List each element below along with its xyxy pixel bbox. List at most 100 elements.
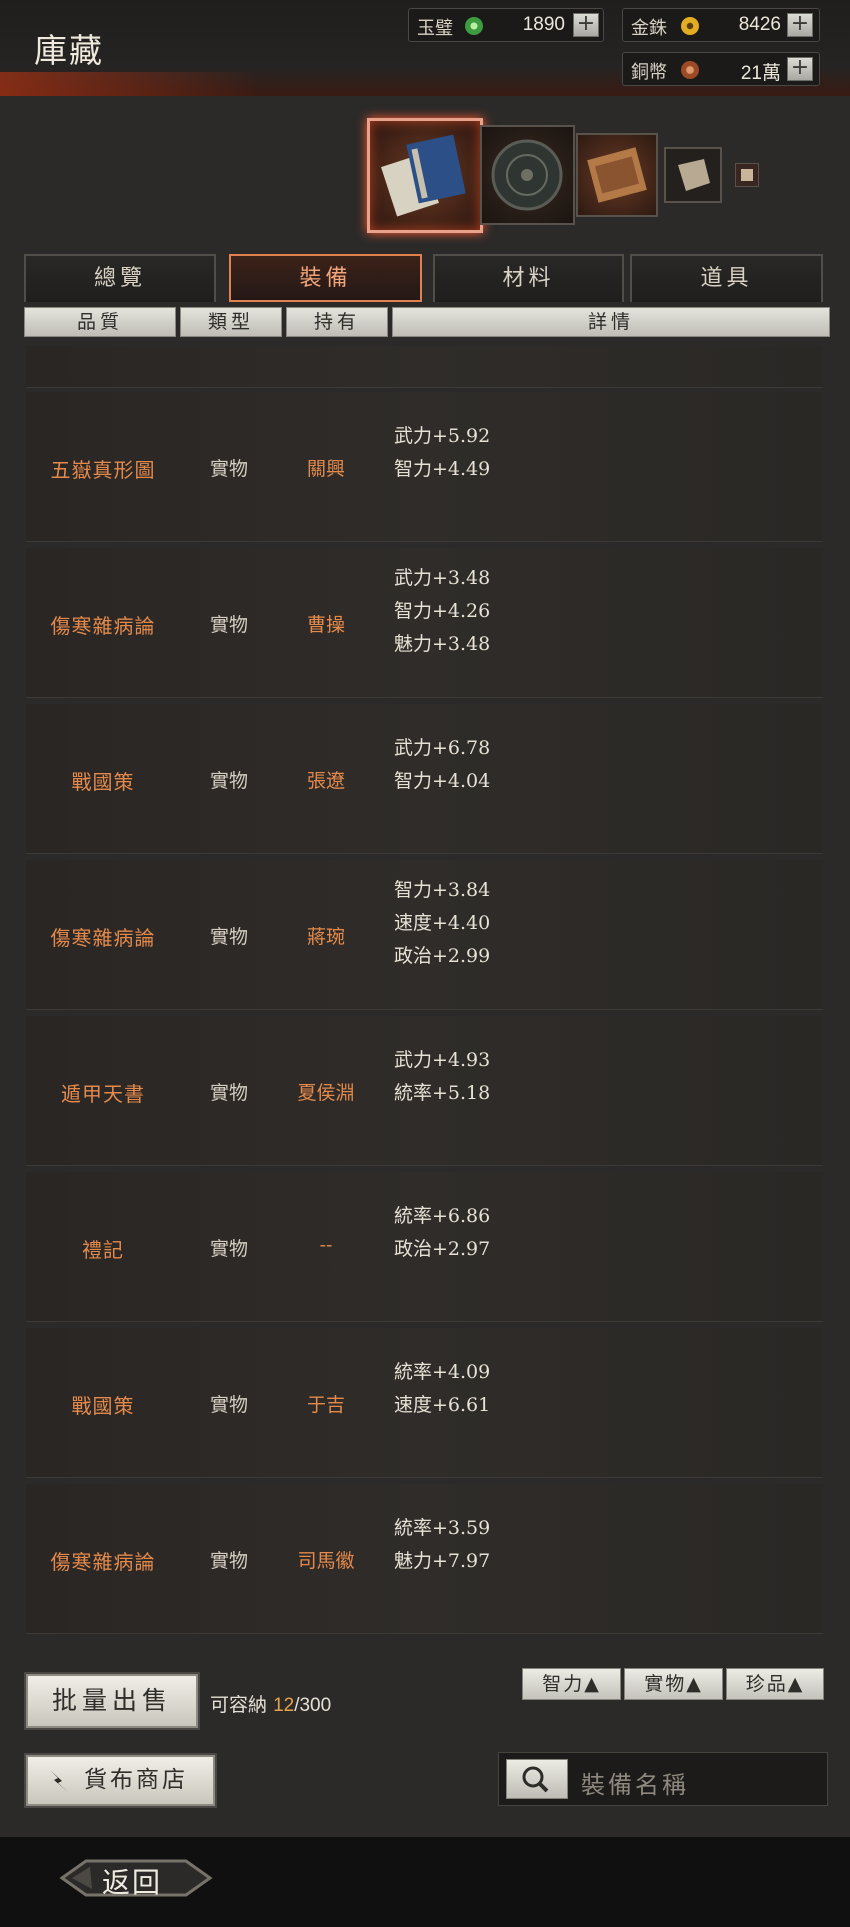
item-stat: 智力+4.49: [394, 458, 491, 480]
sort-rarity-button[interactable]: 珍品▲: [726, 1668, 824, 1700]
column-type-header[interactable]: 類型: [180, 307, 282, 337]
currency-gold: 金銖 8426 +: [622, 8, 820, 42]
tab-items[interactable]: 道具: [630, 254, 823, 302]
table-row[interactable]: 五嶽真形圖 實物 關興 武力+5.92 智力+4.49: [26, 392, 823, 542]
table-row[interactable]: 禮記 實物 -- 統率+6.86 政治+2.97: [26, 1172, 823, 1322]
lightning-icon: [50, 1770, 68, 1792]
bottom-bar: 返回: [0, 1837, 850, 1927]
sort-intelligence-button[interactable]: 智力▲: [522, 1668, 621, 1700]
item-details: 智力+3.84 速度+4.40 政治+2.99: [394, 874, 490, 973]
item-details: 統率+3.59 魅力+7.97: [394, 1512, 490, 1578]
currency-jade-label: 玉璧: [417, 18, 453, 39]
currency-copper-value: 21萬: [740, 63, 781, 84]
tab-materials[interactable]: 材料: [433, 254, 624, 302]
item-details: 武力+6.78 智力+4.04: [394, 732, 490, 798]
book-icon: [381, 134, 466, 217]
item-owner: 夏侯淵: [297, 1082, 355, 1104]
table-row[interactable]: 遁甲天書 實物 夏侯淵 武力+4.93 統率+5.18: [26, 1016, 823, 1166]
search-input[interactable]: 裝備名稱: [581, 1765, 689, 1800]
item-details: 武力+5.92 智力+4.49: [394, 420, 490, 486]
currency-gold-value: 8426: [738, 14, 781, 35]
item-type: 實物: [209, 926, 248, 948]
table-row[interactable]: 戰國策 實物 于吉 統率+4.09 速度+6.61: [26, 1328, 823, 1478]
item-type: 實物: [209, 1082, 248, 1104]
stone-tablet-icon: [678, 159, 710, 191]
currency-shop-button[interactable]: 貨布商店: [26, 1755, 215, 1806]
item-quality: 傷寒雜病論: [50, 926, 156, 950]
add-jade-button[interactable]: +: [573, 13, 599, 37]
item-stat: 統率+6.86: [394, 1205, 491, 1227]
item-thumbnail-stone[interactable]: [664, 147, 722, 203]
item-type: 實物: [209, 770, 248, 792]
item-stat: 武力+6.78: [394, 737, 491, 759]
tab-overview[interactable]: 總覽: [24, 254, 216, 302]
item-type: 實物: [209, 614, 248, 636]
item-stat: 統率+5.18: [394, 1082, 491, 1104]
add-gold-button[interactable]: +: [787, 13, 813, 37]
item-stat: 智力+3.84: [394, 879, 491, 901]
search-box[interactable]: 裝備名稱: [498, 1752, 828, 1806]
item-thumbnail-small[interactable]: [735, 163, 759, 187]
item-details: 統率+6.86 政治+2.97: [394, 1200, 490, 1266]
item-owner: 張遼: [306, 770, 345, 792]
copper-coin-icon: [681, 61, 699, 79]
page-title: 庫藏: [34, 31, 104, 70]
column-quality-header[interactable]: 品質: [24, 307, 176, 337]
column-owner-header[interactable]: 持有: [286, 307, 388, 337]
item-quality: 遁甲天書: [61, 1082, 145, 1106]
add-copper-button[interactable]: +: [787, 57, 813, 81]
item-stat: 武力+4.93: [394, 1049, 491, 1071]
item-details: 統率+4.09 速度+6.61: [394, 1356, 490, 1422]
table-row[interactable]: 傷寒雜病論 實物 蔣琬 智力+3.84 速度+4.40 政治+2.99: [26, 860, 823, 1010]
item-type: 實物: [209, 1238, 248, 1260]
item-owner: 關興: [306, 458, 345, 480]
item-owner: --: [319, 1234, 333, 1256]
item-quality: 傷寒雜病論: [50, 1550, 156, 1574]
small-item-icon: [741, 169, 753, 181]
item-owner: 蔣琬: [306, 926, 345, 948]
item-thumbnail-scroll[interactable]: [576, 133, 658, 217]
item-owner: 司馬徽: [297, 1550, 355, 1572]
item-type: 實物: [209, 458, 248, 480]
table-row[interactable]: 傷寒雜病論 實物 司馬徽 統率+3.59 魅力+7.97: [26, 1484, 823, 1634]
item-quality: 禮記: [82, 1238, 124, 1262]
batch-sell-button[interactable]: 批量出售: [26, 1674, 198, 1728]
capacity-text: 可容納 12/300: [210, 1690, 331, 1717]
tab-equipment[interactable]: 裝備: [229, 254, 422, 302]
table-row[interactable]: 傷寒雜病論 實物 曹操 武力+3.48 智力+4.26 魅力+3.48: [26, 548, 823, 698]
search-icon: [522, 1766, 549, 1793]
item-thumbnail-book[interactable]: [367, 118, 483, 233]
jade-coin-icon: [465, 17, 483, 35]
gold-coin-icon: [681, 17, 699, 35]
item-type: 實物: [209, 1550, 248, 1572]
item-quality: 傷寒雜病論: [50, 614, 156, 638]
back-label: 返回: [102, 1866, 163, 1899]
item-quality: 戰國策: [71, 1394, 135, 1418]
scroll-icon: [587, 147, 647, 203]
item-stat: 武力+3.48: [394, 567, 491, 589]
table-row[interactable]: [26, 346, 823, 388]
back-button[interactable]: 返回: [56, 1853, 216, 1903]
item-stat: 智力+4.26: [394, 600, 491, 622]
item-stat: 魅力+3.48: [394, 633, 491, 655]
table-row[interactable]: 戰國策 實物 張遼 武力+6.78 智力+4.04: [26, 704, 823, 854]
currency-copper-label: 銅幣: [631, 62, 667, 83]
item-thumbnail-mirror[interactable]: [480, 125, 575, 225]
currency-copper: 銅幣 21萬 +: [622, 52, 820, 86]
item-stat: 政治+2.97: [394, 1238, 491, 1260]
item-stat: 政治+2.99: [394, 945, 491, 967]
item-stat: 魅力+7.97: [394, 1550, 491, 1572]
item-details: 武力+3.48 智力+4.26 魅力+3.48: [394, 562, 490, 661]
item-quality: 戰國策: [71, 770, 135, 794]
equipment-list[interactable]: 五嶽真形圖 實物 關興 武力+5.92 智力+4.49 傷寒雜病論 實物 曹操 武力+3.48 智…: [26, 346, 823, 1640]
item-owner: 于吉: [306, 1394, 345, 1416]
item-quality: 五嶽真形圖: [50, 458, 156, 482]
item-owner: 曹操: [306, 614, 345, 636]
search-button[interactable]: [506, 1759, 568, 1799]
capacity-total: /300: [294, 1695, 332, 1716]
item-stat: 速度+6.61: [394, 1394, 491, 1416]
currency-shop-label: 貨布商店: [84, 1767, 188, 1793]
column-details-header[interactable]: 詳情: [392, 307, 830, 337]
currency-jade-value: 1890: [522, 14, 565, 35]
sort-type-button[interactable]: 實物▲: [624, 1668, 723, 1700]
